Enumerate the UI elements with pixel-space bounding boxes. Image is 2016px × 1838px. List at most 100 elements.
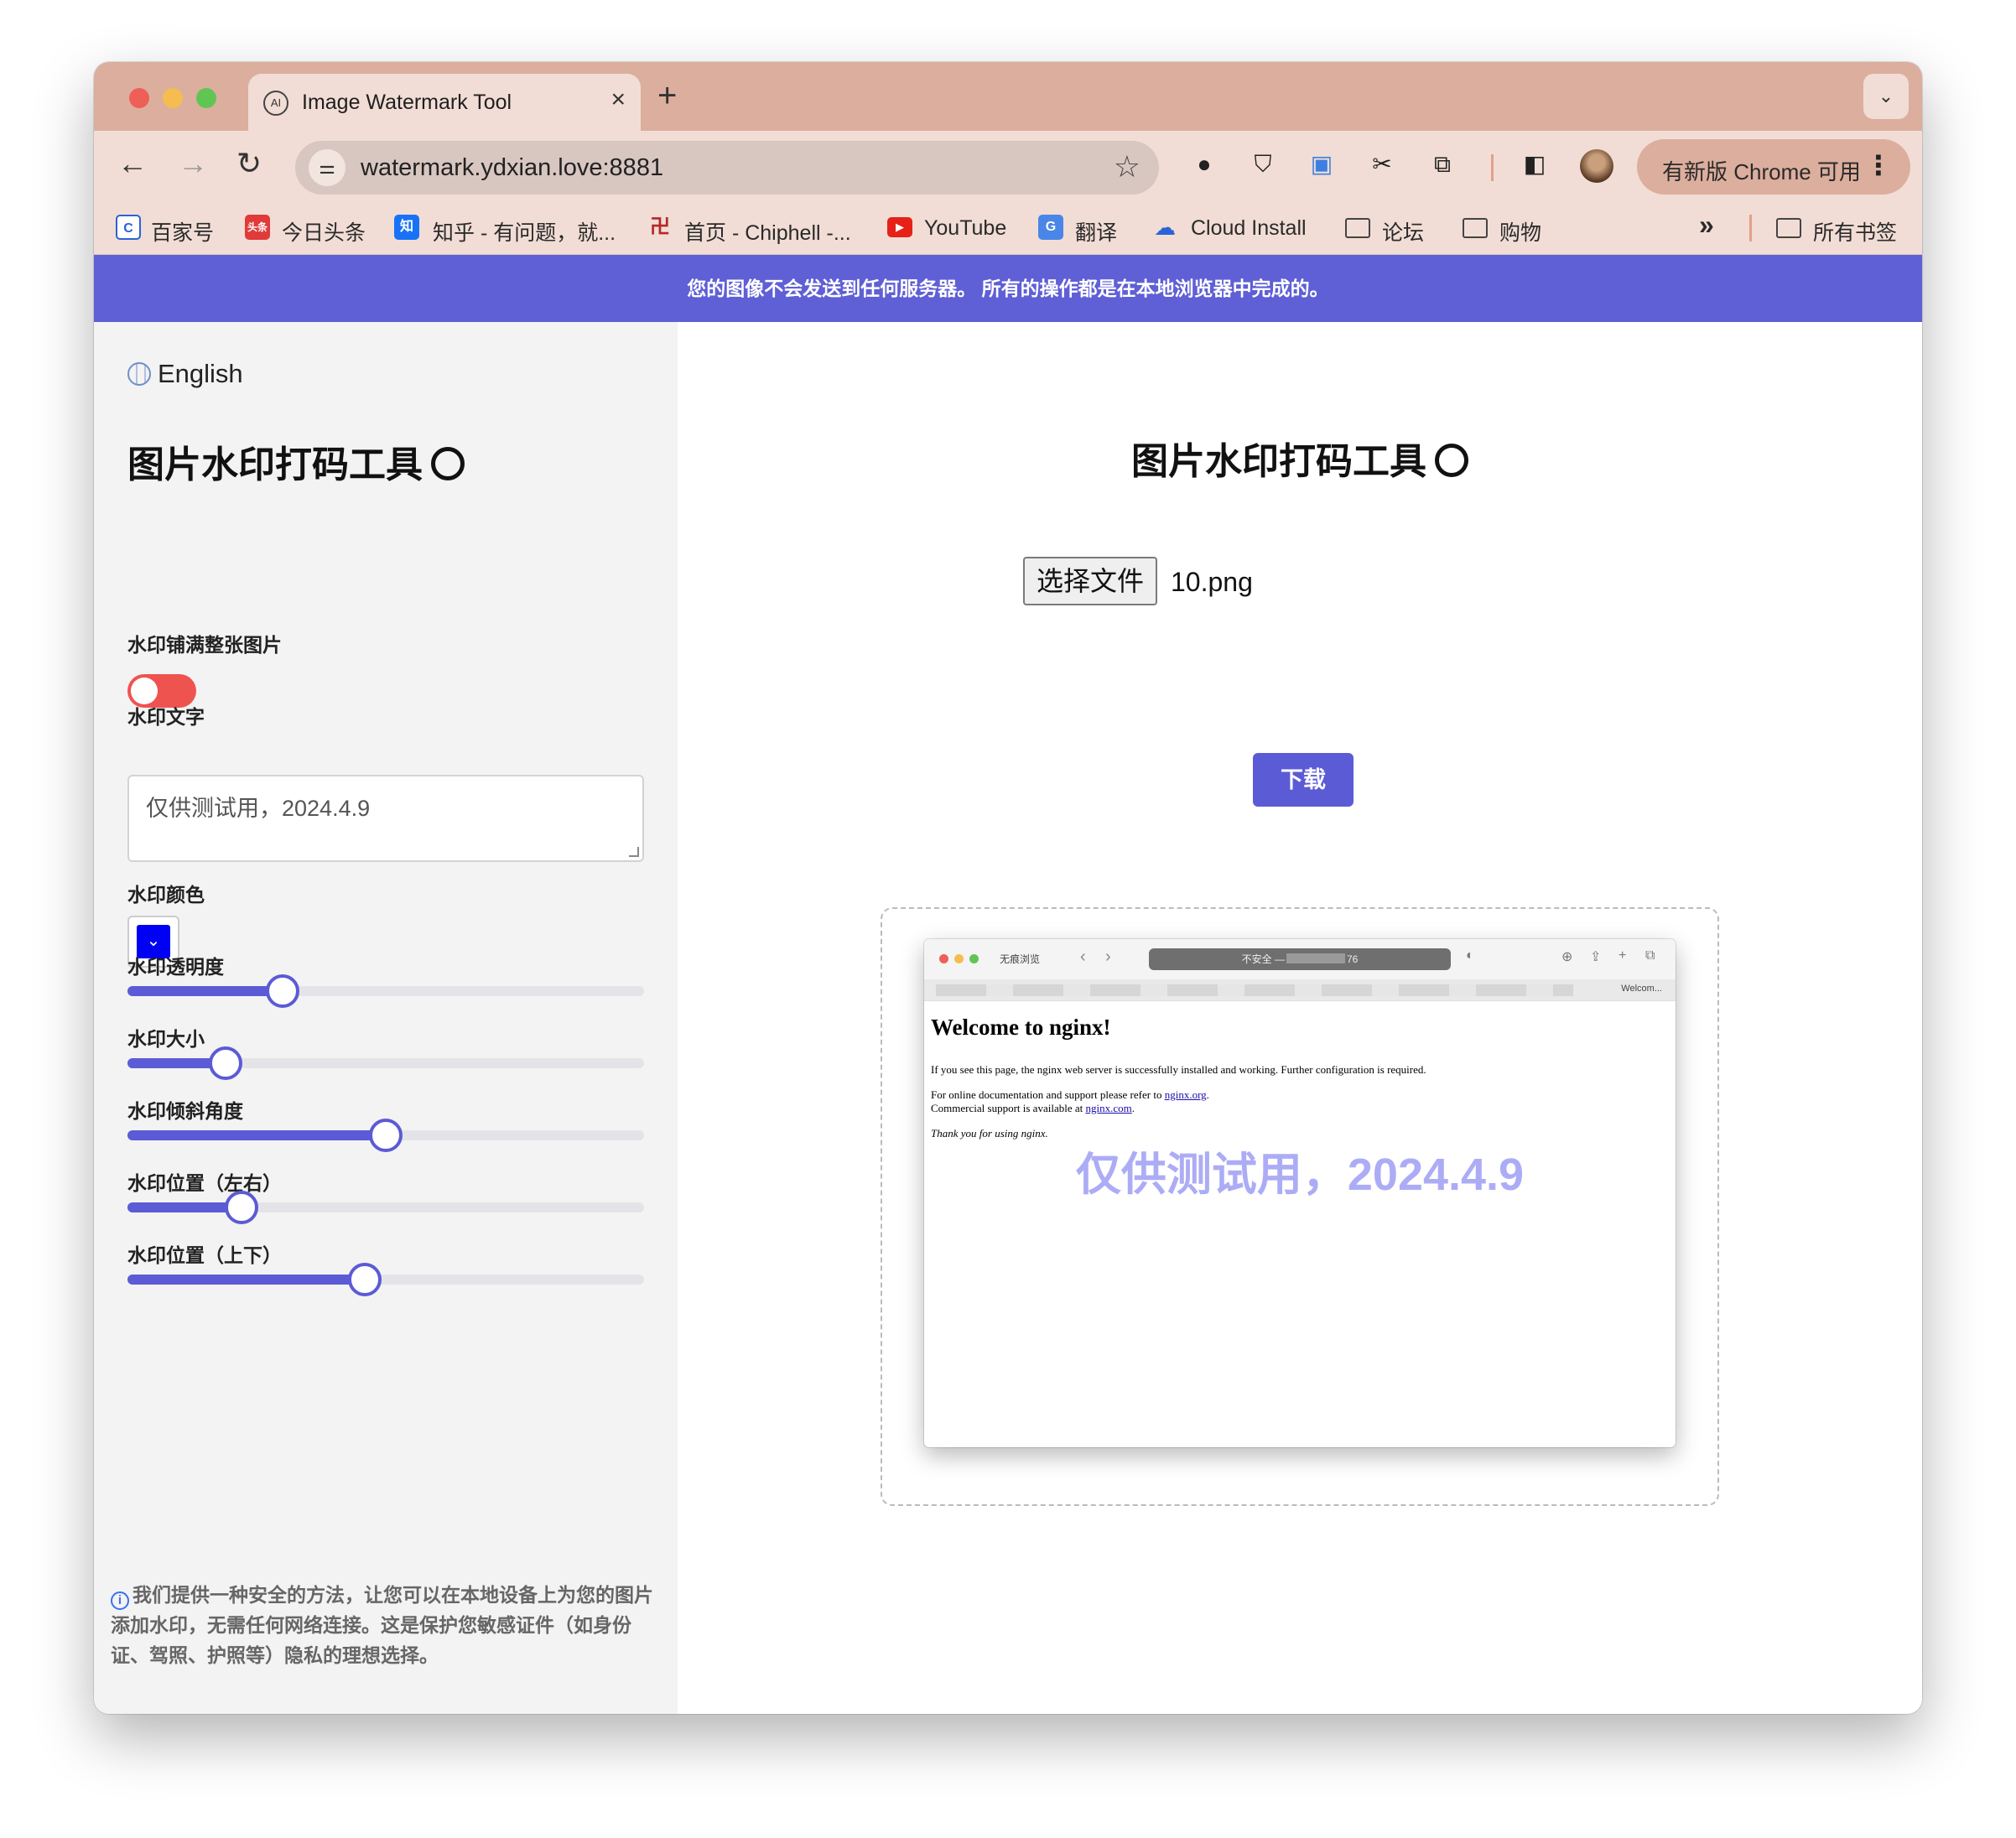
sidebar-title-text: 图片水印打码工具 (127, 444, 423, 485)
back-arrow-icon[interactable]: ← (117, 146, 148, 181)
slider-fill (127, 986, 283, 996)
chrome-update-button[interactable]: 有新版 Chrome 可用 ⋮ (1637, 139, 1910, 195)
bookmark-toutiao[interactable]: 今日头条 (282, 216, 366, 247)
download-button[interactable]: 下载 (1253, 753, 1354, 807)
toolbar-divider (1491, 154, 1494, 181)
position-y-slider[interactable] (127, 1263, 644, 1296)
bookmark-baijiahao[interactable]: 百家号 (151, 216, 214, 247)
tab-title: Image Watermark Tool (302, 91, 512, 114)
angle-slider[interactable] (127, 1119, 644, 1152)
slider-thumb[interactable] (348, 1263, 382, 1296)
watermark-text-input[interactable]: 仅供测试用，2024.4.9 (127, 775, 644, 862)
close-window-button[interactable] (129, 88, 149, 108)
baijiahao-icon: C (116, 215, 141, 240)
opacity-label: 水印透明度 (127, 956, 224, 978)
folder-icon (1463, 218, 1488, 238)
translate-extension-icon[interactable]: ▣ (1307, 149, 1337, 179)
preview-paragraph-2: For online documentation and support ple… (931, 1088, 1209, 1101)
preview-tab-name: 无痕浏览 (1000, 953, 1041, 965)
cloud-icon: ☁ (1154, 215, 1176, 240)
bookmark-chiphell[interactable]: 首页 - Chiphell -... (684, 216, 851, 247)
tab-image-watermark-tool[interactable]: AI Image Watermark Tool × (248, 74, 641, 131)
preview-bookmarks-blur (936, 984, 1573, 996)
preview-p2-text: For online documentation and support ple… (931, 1088, 1162, 1101)
translate-icon: G (1038, 215, 1063, 240)
extension-mask-icon[interactable]: ● (1189, 149, 1219, 179)
privacy-banner: 您的图像不会发送到任何服务器。 所有的操作都是在本地浏览器中完成的。 (94, 255, 1922, 322)
slider-thumb[interactable] (209, 1046, 243, 1080)
bookmark-youtube[interactable]: YouTube (924, 216, 1006, 241)
preview-shield-icon: ◐ (1466, 948, 1474, 963)
slider-thumb[interactable] (265, 974, 299, 1008)
chiphell-icon: 卍 (650, 215, 670, 238)
preview-yellow-dot (954, 954, 964, 963)
preview-download-icon: ⊕ (1561, 950, 1573, 964)
site-settings-icon[interactable]: ⚌ (309, 149, 346, 186)
preview-url-suffix: 76 (1346, 953, 1359, 965)
preview-url-bar: 不安全 — 76 (1149, 948, 1451, 970)
preview-link-nginx-com: nginx.com (1085, 1102, 1132, 1114)
opacity-slider[interactable] (127, 974, 644, 1008)
position-x-slider[interactable] (127, 1191, 644, 1224)
close-tab-icon[interactable]: × (611, 86, 626, 114)
all-bookmarks-button[interactable]: 所有书签 (1813, 216, 1897, 247)
globe-icon (127, 362, 151, 386)
preview-watermark: 仅供测试用，2024.4.9 (1075, 1150, 1525, 1200)
maximize-window-button[interactable] (196, 88, 216, 108)
folder-icon (1345, 218, 1370, 238)
slider-fill (127, 1275, 366, 1285)
bookmarks-bar: C 百家号 头条 今日头条 知 知乎 - 有问题，就... 卍 首页 - Chi… (94, 201, 1922, 255)
preview-paragraph-1: If you see this page, the nginx web serv… (931, 1063, 1426, 1076)
folder-icon (1776, 218, 1801, 238)
preview-url-blur (1286, 953, 1345, 963)
resize-handle-icon[interactable] (629, 847, 639, 857)
screenshot-extension-icon[interactable]: ✂ (1367, 149, 1397, 179)
language-label: English (158, 359, 243, 388)
preview-p3-text: Commercial support is available at (931, 1102, 1083, 1114)
url-text[interactable]: watermark.ydxian.love:8881 (361, 154, 663, 182)
preview-tab-welcome: Welcom... (1621, 984, 1662, 994)
choose-file-button[interactable]: 选择文件 (1023, 557, 1157, 605)
side-panel-icon[interactable]: ◧ (1520, 149, 1550, 179)
slider-thumb[interactable] (224, 1191, 258, 1224)
watermark-text-value: 仅供测试用，2024.4.9 (146, 796, 371, 821)
text-label: 水印文字 (127, 706, 205, 728)
address-bar[interactable]: ⚌ watermark.ydxian.love:8881 ☆ (295, 141, 1159, 195)
size-slider[interactable] (127, 1046, 644, 1080)
bookmark-translate[interactable]: 翻译 (1075, 216, 1117, 247)
minimize-window-button[interactable] (163, 88, 183, 108)
forward-arrow-icon[interactable]: → (178, 146, 208, 181)
bookmark-star-icon[interactable]: ☆ (1114, 149, 1140, 184)
ai-favicon-icon: AI (263, 91, 288, 116)
reload-icon[interactable]: ↻ (236, 146, 262, 181)
size-label: 水印大小 (127, 1028, 205, 1050)
preview-forward-icon: › (1105, 948, 1111, 966)
preview-browser-bar: 无痕浏览 ‹ › 不安全 — 76 ◐ ⊕ ⇪ + ⧉ (924, 939, 1676, 979)
page-title-text: 图片水印打码工具 (1131, 441, 1426, 482)
toolbar: ← → ↻ ⚌ watermark.ydxian.love:8881 ☆ ● ⛉… (94, 131, 1922, 201)
preview-image: 无痕浏览 ‹ › 不安全 —76 ◐ ⊕ ⇪ + ⧉ Welcom... Wel (924, 939, 1676, 1447)
language-switcher[interactable]: English (127, 359, 243, 389)
image-preview-area: 无痕浏览 ‹ › 不安全 —76 ◐ ⊕ ⇪ + ⧉ Welcom... Wel (881, 907, 1719, 1506)
privacy-info: i 我们提供一种安全的方法，让您可以在本地设备上为您的图片添加水印，无需任何网络连… (111, 1580, 664, 1670)
slider-fill (127, 1130, 386, 1140)
github-icon[interactable] (431, 447, 465, 480)
extensions-puzzle-icon[interactable]: ⧉ (1427, 149, 1457, 179)
profile-avatar[interactable] (1580, 149, 1613, 183)
bookmark-folder-forum[interactable]: 论坛 (1382, 216, 1424, 247)
preview-url-prefix: 不安全 — (1241, 953, 1285, 965)
bookmark-zhihu[interactable]: 知乎 - 有问题，就... (433, 216, 616, 247)
bookmark-cloud-install[interactable]: Cloud Install (1191, 216, 1307, 241)
fill-label: 水印铺满整张图片 (127, 634, 282, 656)
preview-paragraph-3: Commercial support is available at nginx… (931, 1102, 1135, 1114)
bookmarks-overflow-icon[interactable]: » (1699, 210, 1714, 241)
settings-sidebar: English 图片水印打码工具 水印铺满整张图片 水印文字 仅供测试用，202… (94, 322, 678, 1714)
github-icon[interactable] (1435, 444, 1468, 477)
slider-thumb[interactable] (369, 1119, 403, 1152)
info-text: 我们提供一种安全的方法，让您可以在本地设备上为您的图片添加水印，无需任何网络连接… (111, 1584, 653, 1666)
tab-search-chevron-icon[interactable]: ⌄ (1863, 74, 1909, 119)
bitwarden-shield-icon[interactable]: ⛉ (1248, 149, 1278, 179)
more-menu-icon[interactable]: ⋮ (1865, 149, 1892, 181)
new-tab-icon[interactable]: + (657, 77, 677, 115)
bookmark-folder-shopping[interactable]: 购物 (1499, 216, 1541, 247)
